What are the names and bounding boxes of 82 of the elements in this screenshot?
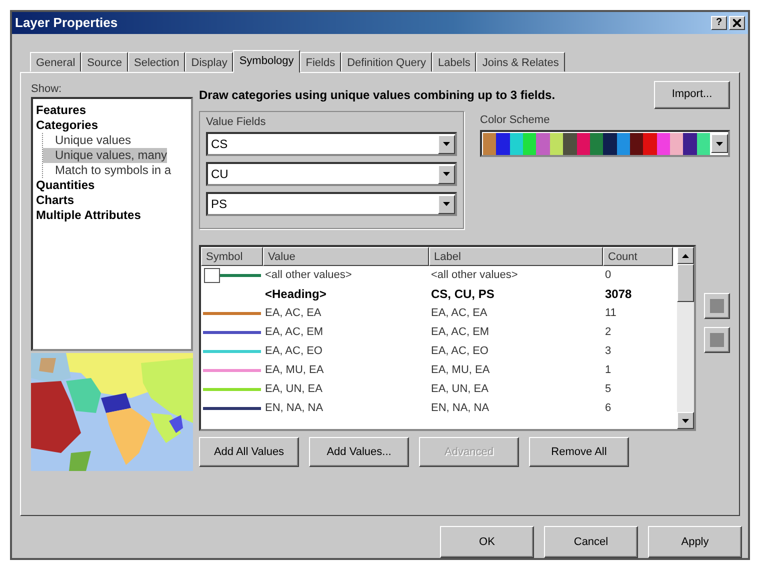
down-arrow-icon (682, 418, 689, 423)
dialog-button[interactable]: OK (440, 526, 534, 558)
caret-icon (716, 142, 723, 146)
tree-item[interactable]: Features (36, 103, 86, 118)
table-cell-text: 1 (604, 363, 612, 378)
value-field-dropdown[interactable]: CU (206, 162, 457, 186)
table-cell-text: EN, NA, NA (430, 401, 490, 416)
scroll-down-button[interactable] (677, 412, 694, 430)
side-button[interactable] (704, 293, 730, 320)
tab[interactable]: Symbology (233, 50, 300, 73)
value-field-dropdown[interactable]: PS (206, 192, 457, 216)
table-cell-text: EA, UN, EA (430, 382, 490, 398)
tree-item[interactable]: Match to symbols in a (43, 163, 172, 178)
action-button[interactable]: Add Values... (309, 437, 409, 468)
column-header[interactable]: Label (429, 247, 603, 266)
table-cell-text: EA, AC, EO (430, 344, 490, 360)
tree-item[interactable]: Charts (36, 193, 74, 208)
color-scheme-dropdown[interactable] (480, 130, 730, 158)
tab[interactable]: General (30, 52, 82, 72)
action-button[interactable]: Add All Values (199, 437, 299, 468)
help-button[interactable]: ? (711, 16, 727, 30)
table-cell-text: 6 (604, 401, 612, 416)
column-header[interactable]: Value (263, 247, 429, 266)
table-cell-text: EA, AC, EM (430, 325, 490, 340)
caret-icon (443, 172, 450, 176)
table-cell-text: 3078 (604, 286, 633, 304)
tab[interactable]: Joins & Relates (476, 52, 565, 72)
tab[interactable]: Selection (128, 52, 186, 72)
tab[interactable]: Labels (432, 52, 476, 72)
square-icon (710, 299, 724, 314)
close-icon (733, 18, 741, 27)
tree-item[interactable]: Multiple Attributes (36, 208, 141, 224)
checkbox[interactable] (204, 268, 220, 284)
description-text: Draw categories using unique values combining up to 3 fields. (199, 86, 556, 104)
caret-icon (443, 202, 450, 206)
tab[interactable]: Definition Query (341, 52, 432, 72)
column-header[interactable]: Symbol (201, 247, 263, 266)
up-arrow-icon (682, 254, 689, 258)
action-button[interactable]: Remove All (529, 437, 629, 468)
dialog-button[interactable]: Cancel (544, 526, 638, 558)
column-header[interactable]: Count (603, 247, 673, 266)
window-title: Layer Properties (15, 14, 118, 32)
tree-item[interactable]: Unique values (43, 133, 132, 148)
import-button[interactable]: Import... (654, 80, 730, 109)
dialog-button[interactable]: Apply (648, 526, 742, 558)
table-cell-text: CS, CU, PS (430, 286, 496, 304)
scroll-thumb[interactable] (677, 264, 694, 302)
group-label: Value Fields (206, 114, 267, 130)
dropdown-button[interactable] (438, 164, 455, 184)
tab[interactable]: Display (185, 52, 234, 72)
table-cell-text: EA, AC, EM (264, 325, 324, 340)
table-cell-text: EA, MU, EA (264, 363, 325, 378)
table-cell-text: <all other values> (264, 268, 353, 284)
show-label: Show: (31, 82, 63, 97)
scroll-up-button[interactable] (677, 247, 694, 264)
tab[interactable]: Fields (300, 52, 342, 72)
table-cell-text: EA, UN, EA (264, 382, 324, 398)
group-label: Color Scheme (480, 112, 551, 128)
dropdown-button[interactable] (438, 194, 455, 214)
table-cell-text: 5 (604, 382, 612, 398)
tree-item[interactable]: Unique values, many (43, 148, 168, 164)
caret-icon (443, 142, 450, 146)
table-cell-text: 0 (604, 268, 612, 284)
table-cell-text: EA, MU, EA (430, 363, 491, 378)
table-cell-text: <all other values> (430, 268, 519, 284)
tree-item[interactable]: Quantities (36, 178, 95, 194)
table-cell-text: EA, AC, EA (264, 306, 322, 322)
table-cell-text: EA, AC, EA (430, 306, 488, 322)
table-cell-text: <Heading> (264, 286, 328, 304)
tree-item[interactable]: Categories (36, 118, 98, 134)
value-field-dropdown[interactable]: CS (206, 132, 457, 156)
table-cell-text: EN, NA, NA (264, 401, 324, 416)
table-cell-text: EA, AC, EO (264, 344, 324, 360)
tab[interactable]: Source (81, 52, 128, 72)
table-cell-text: 3 (604, 344, 612, 360)
dropdown-button[interactable] (711, 134, 728, 154)
table-cell-text: 11 (604, 306, 618, 322)
side-button[interactable] (704, 327, 730, 354)
table-cell-text: 2 (604, 325, 612, 340)
close-button[interactable] (729, 16, 745, 30)
dropdown-button[interactable] (438, 134, 455, 154)
square-icon (710, 333, 724, 348)
